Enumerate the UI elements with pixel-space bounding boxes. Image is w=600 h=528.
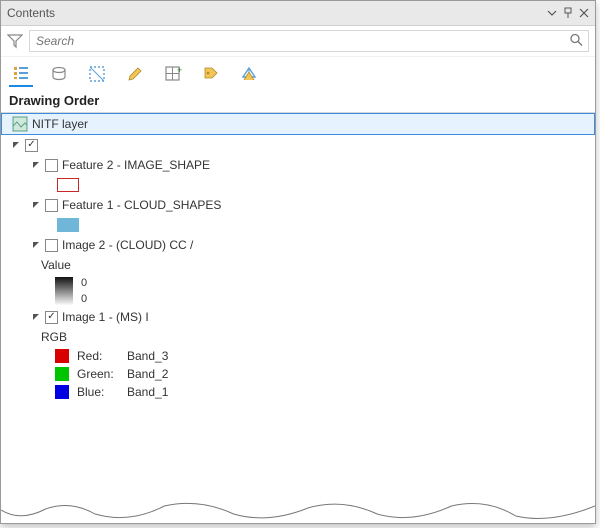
layer-root-label: NITF layer [32, 117, 88, 131]
pane-window-controls [547, 7, 589, 19]
layer-feature-1[interactable]: Feature 1 - CLOUD_SHAPES [1, 195, 595, 215]
list-by-perspective-button[interactable] [237, 62, 261, 86]
dropdown-icon[interactable] [547, 8, 557, 18]
image-2-stretch-ramp[interactable]: 0 0 [1, 275, 595, 307]
search-field-wrap [29, 30, 589, 52]
layer-image-1-checkbox[interactable] [45, 311, 58, 324]
layer-image-1-label: Image 1 - (MS) I [62, 310, 149, 324]
layer-feature-2[interactable]: Feature 2 - IMAGE_SHAPE [1, 155, 595, 175]
svg-text:+: + [177, 65, 182, 75]
symbol-feature-2[interactable] [1, 175, 595, 195]
list-by-labeling-button[interactable] [199, 62, 223, 86]
symbol-feature-1[interactable] [1, 215, 595, 235]
layer-group[interactable] [1, 135, 595, 155]
layer-root[interactable]: NITF layer [1, 113, 595, 135]
layer-feature-2-checkbox[interactable] [45, 159, 58, 172]
rgb-green-row[interactable]: Green: Band_2 [1, 365, 595, 383]
section-header: Drawing Order [1, 87, 595, 112]
ramp-values: 0 0 [81, 277, 87, 305]
list-by-selection-button[interactable] [85, 62, 109, 86]
layer-image-1[interactable]: Image 1 - (MS) I [1, 307, 595, 327]
close-icon[interactable] [579, 8, 589, 18]
value-label: Value [41, 258, 71, 272]
funnel-icon[interactable] [7, 33, 23, 49]
rgb-blue-row[interactable]: Blue: Band_1 [1, 383, 595, 401]
layer-group-label [42, 138, 354, 152]
layer-image-2[interactable]: Image 2 - (CLOUD) CC / [1, 235, 595, 255]
swatch-blue [55, 385, 69, 399]
nitf-layer-icon [12, 116, 28, 132]
rgb-red-row[interactable]: Red: Band_3 [1, 347, 595, 365]
pane-titlebar: Contents [1, 1, 595, 26]
list-by-snapping-button[interactable]: + [161, 62, 185, 86]
list-by-editing-button[interactable] [123, 62, 147, 86]
symbol-swatch-outline-red [57, 178, 79, 192]
search-icon[interactable] [569, 33, 583, 50]
rgb-blue-band: Band_1 [127, 385, 168, 399]
rgb-blue-label: Blue: [77, 385, 119, 399]
symbol-swatch-cyan [57, 218, 79, 232]
expander-icon[interactable] [31, 240, 41, 250]
auto-hide-icon[interactable] [563, 7, 573, 19]
layer-image-1-blurred [153, 310, 374, 324]
pane-title: Contents [7, 6, 55, 20]
search-row [1, 26, 595, 57]
layer-image-2-checkbox[interactable] [45, 239, 58, 252]
expander-icon[interactable] [31, 160, 41, 170]
swatch-red [55, 349, 69, 363]
expander-icon[interactable] [11, 140, 21, 150]
search-input[interactable] [29, 30, 589, 52]
list-by-data-source-button[interactable] [47, 62, 71, 86]
rgb-green-label: Green: [77, 367, 119, 381]
rgb-label: RGB [41, 330, 67, 344]
rgb-green-band: Band_2 [127, 367, 168, 381]
layer-feature-1-label: Feature 1 - CLOUD_SHAPES [62, 198, 221, 212]
ramp-low: 0 [81, 293, 87, 305]
image-1-rgb-heading: RGB [1, 327, 595, 347]
contents-pane: Contents [0, 0, 596, 524]
layer-group-checkbox[interactable] [25, 139, 38, 152]
contents-toolbar: + [1, 57, 595, 87]
layer-image-2-label: Image 2 - (CLOUD) CC / [62, 238, 193, 252]
ramp-high: 0 [81, 277, 87, 289]
expander-icon[interactable] [31, 312, 41, 322]
expander-icon[interactable] [31, 200, 41, 210]
layer-feature-1-checkbox[interactable] [45, 199, 58, 212]
layer-feature-2-label: Feature 2 - IMAGE_SHAPE [62, 158, 210, 172]
color-ramp [55, 277, 73, 305]
rgb-red-band: Band_3 [127, 349, 168, 363]
layer-image-2-blurred [197, 238, 418, 252]
list-by-drawing-order-button[interactable] [9, 61, 33, 87]
image-2-value-heading: Value [1, 255, 595, 275]
layer-tree: NITF layer Feature 2 - IMAGE_SHAPE [1, 112, 595, 523]
rgb-red-label: Red: [77, 349, 119, 363]
swatch-green [55, 367, 69, 381]
